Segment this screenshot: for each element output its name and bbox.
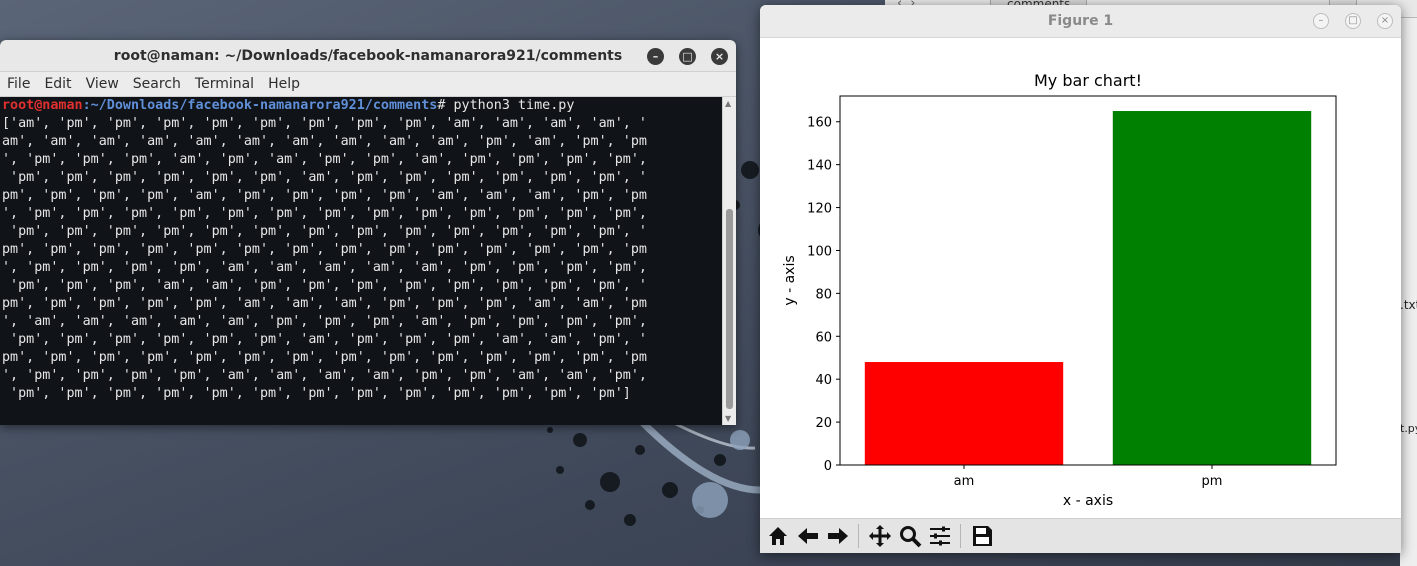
close-icon[interactable]: × [1377, 13, 1393, 29]
home-icon[interactable] [763, 522, 792, 551]
minimize-icon[interactable]: – [1313, 13, 1329, 29]
bar-am [864, 362, 1064, 465]
background-file-label[interactable]: .txt [1400, 298, 1417, 314]
y-tick-label: 20 [815, 416, 832, 431]
x-tick-label: am [954, 474, 975, 489]
y-tick-label: 60 [815, 330, 832, 345]
terminal-menubar: File Edit View Search Terminal Help [0, 72, 736, 97]
minimize-icon[interactable]: – [647, 48, 664, 65]
y-tick-label: 160 [807, 116, 832, 131]
scrollbar-thumb[interactable] [726, 209, 733, 409]
menu-item-view[interactable]: View [79, 72, 126, 96]
maximize-icon[interactable]: □ [679, 48, 696, 65]
bar-chart: My bar chart! am pm 0 20 40 60 80 100 120 140 160 x … [782, 71, 1337, 509]
chart-title: My bar chart! [1034, 71, 1142, 90]
configure-subplots-icon[interactable] [925, 522, 954, 551]
maximize-icon[interactable]: □ [1345, 13, 1361, 29]
close-icon[interactable]: × [711, 48, 728, 65]
background-file-label[interactable]: t.py [1400, 422, 1417, 438]
terminal-title: root@naman: ~/Downloads/facebook-namanar… [113, 48, 623, 64]
menu-item-terminal[interactable]: Terminal [188, 72, 261, 96]
menu-item-file[interactable]: File [0, 72, 37, 96]
y-tick-label: 100 [807, 244, 832, 259]
back-icon[interactable] [793, 522, 822, 551]
figure-titlebar[interactable]: Figure 1 – □ × [760, 5, 1401, 38]
y-tick-label: 0 [824, 459, 832, 474]
y-tick-label: 40 [815, 373, 832, 388]
x-axis-label: x - axis [1063, 493, 1113, 509]
prompt-path: :~/Downloads/facebook-namanarora921/comm… [82, 98, 438, 113]
forward-icon[interactable] [823, 522, 852, 551]
menu-item-search[interactable]: Search [126, 72, 188, 96]
terminal-output[interactable]: root@naman:~/Downloads/facebook-namanaro… [0, 97, 722, 425]
scroll-up-icon[interactable]: ▲ [725, 99, 731, 108]
matplotlib-toolbar [760, 518, 1401, 553]
y-tick-label: 120 [807, 202, 832, 217]
x-tick-label: pm [1202, 474, 1223, 489]
save-icon[interactable] [967, 522, 996, 551]
terminal-scrollbar[interactable]: ▲ ▼ [722, 97, 736, 425]
menu-item-edit[interactable]: Edit [37, 72, 78, 96]
toolbar-separator [960, 524, 961, 548]
zoom-icon[interactable] [895, 522, 924, 551]
prompt-command: # python3 time.py [437, 98, 575, 113]
figure-window: Figure 1 – □ × My bar chart! am pm 0 20 40 60 8… [760, 5, 1401, 553]
scroll-down-icon[interactable]: ▼ [725, 414, 731, 423]
terminal-window: root@naman: ~/Downloads/facebook-namanar… [0, 40, 736, 425]
toolbar-separator [858, 524, 859, 548]
prompt-user: root@naman [2, 98, 83, 113]
y-axis-label: y - axis [782, 255, 798, 305]
pan-icon[interactable] [865, 522, 894, 551]
figure-title: Figure 1 [1047, 13, 1114, 29]
terminal-titlebar[interactable]: root@naman: ~/Downloads/facebook-namanar… [0, 40, 736, 72]
y-tick-label: 80 [815, 287, 832, 302]
terminal-output-text: ['am', 'pm', 'pm', 'pm', 'pm', 'pm', 'pm… [2, 116, 647, 401]
y-tick-label: 140 [807, 159, 832, 174]
bar-pm [1112, 111, 1312, 465]
background-window-edge [1400, 18, 1417, 566]
menu-item-help[interactable]: Help [261, 72, 307, 96]
